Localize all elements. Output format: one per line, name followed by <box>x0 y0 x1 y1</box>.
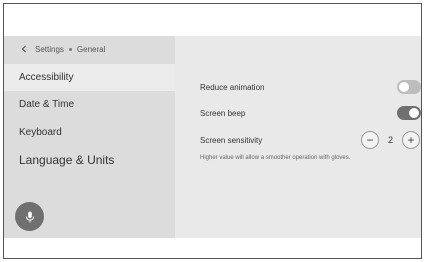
chevron-left-icon[interactable] <box>20 45 28 53</box>
sidebar-item-date-time[interactable]: Date & Time <box>4 91 175 118</box>
settings-content: Reduce animation Screen beep Screen sens… <box>175 36 421 238</box>
microphone-icon <box>25 211 34 222</box>
reduce-animation-label: Reduce animation <box>200 82 265 92</box>
sidebar-item-accessibility[interactable]: Accessibility <box>4 64 175 91</box>
sidebar-item-keyboard[interactable]: Keyboard <box>4 119 175 146</box>
sensitivity-value: 2 <box>388 135 394 145</box>
voice-button[interactable] <box>15 202 44 231</box>
sidebar-item-label: Date & Time <box>19 99 75 110</box>
sidebar-item-language-units[interactable]: Language & Units <box>4 146 175 173</box>
screen-beep-toggle[interactable] <box>397 106 421 120</box>
breadcrumb-separator <box>68 47 72 51</box>
breadcrumb-current: General <box>76 44 106 54</box>
sensitivity-decrement-button[interactable]: − <box>361 131 379 149</box>
screen-beep-row: Screen beep <box>175 101 421 125</box>
sidebar-item-label: Language & Units <box>19 152 115 167</box>
minus-icon: − <box>366 133 374 147</box>
sidebar: Settings General Accessibility Date & Ti… <box>4 36 175 238</box>
reduce-animation-toggle[interactable] <box>397 80 421 94</box>
sidebar-item-label: Accessibility <box>19 72 74 83</box>
settings-screen: Settings General Accessibility Date & Ti… <box>4 36 421 238</box>
plus-icon: + <box>407 133 415 147</box>
sidebar-item-label: Keyboard <box>19 127 62 138</box>
reduce-animation-row: Reduce animation <box>175 75 421 99</box>
sensitivity-hint: Higher value will allow a smoother opera… <box>200 155 351 161</box>
breadcrumb: Settings General <box>4 36 175 62</box>
screen-beep-label: Screen beep <box>200 108 246 118</box>
screen-sensitivity-label: Screen sensitivity <box>200 135 263 145</box>
toggle-knob <box>409 108 419 118</box>
screen-sensitivity-row: Screen sensitivity − 2 + <box>175 128 421 152</box>
toggle-knob <box>399 82 409 92</box>
breadcrumb-parent[interactable]: Settings <box>35 45 64 54</box>
sensitivity-increment-button[interactable]: + <box>402 131 420 149</box>
